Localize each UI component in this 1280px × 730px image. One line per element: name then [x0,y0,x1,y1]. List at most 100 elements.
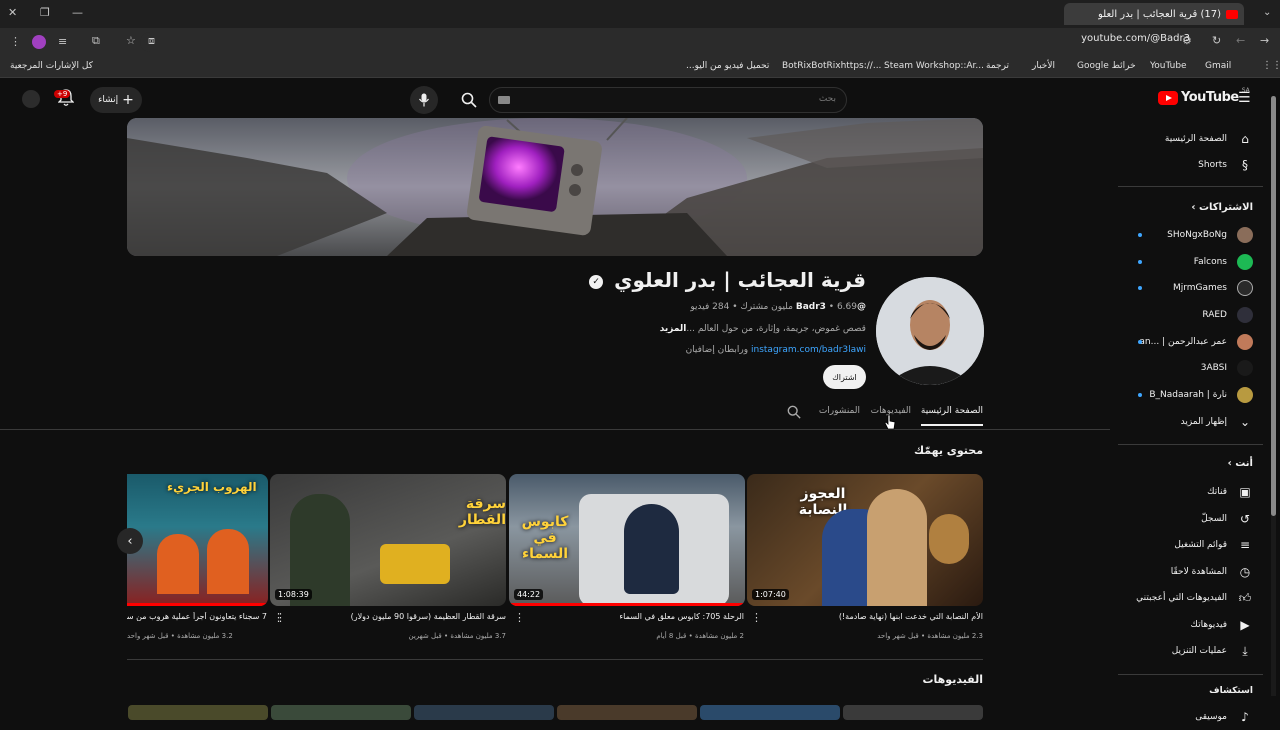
bookmark-item[interactable]: BotRixBotRixhttps://... [782,61,881,71]
profile-icon[interactable] [32,35,46,49]
like-icon: 👍︎ [1238,590,1252,605]
sidebar-item-liked[interactable]: الفيديوهات التي أعجبتني 👍︎ [1118,585,1263,611]
sidebar-item-your-videos[interactable]: فيديوهاتك ▶ [1118,612,1263,638]
install-app-icon[interactable]: ⧈ [148,34,155,48]
notification-badge: +9 [54,90,71,98]
bookmark-item[interactable]: Steam Workshop::Ar... [884,61,984,71]
channel-avatar [1237,360,1253,376]
mouse-cursor-icon [884,414,896,430]
thumbnail-train [380,544,450,584]
bookmark-item[interactable]: تحميل فيديو من اليو... [686,61,769,71]
sidebar-item-subscription[interactable]: MjrmGames [1118,275,1263,301]
channel-description[interactable]: قصص غموض، جريمة، وإثارة، من حول العالم .… [660,324,866,334]
sidebar-item-subscription[interactable]: 3ABSI [1118,355,1263,381]
bookmark-item[interactable]: ترجمة [986,61,1009,71]
sidebar-item-music[interactable]: موسيقى ♪ [1118,704,1263,730]
voice-search-button[interactable] [410,86,438,114]
subscribe-button[interactable]: اشتراك [823,365,866,389]
sidebar-item-watch-later[interactable]: المشاهدة لاحقًا ◷ [1118,559,1263,585]
section-title: محتوى يهمّك [913,444,983,457]
forward-icon[interactable]: → [1260,34,1269,47]
video-thumbnail[interactable] [843,705,983,720]
reload-icon[interactable]: ↻ [1212,34,1221,47]
url-text[interactable]: youtube.com/@Badr3 [1081,33,1190,44]
video-duration: 44:22 [514,589,544,600]
search-input[interactable]: بحث [489,87,847,113]
all-bookmarks[interactable]: كل الإشارات المرجعية [10,61,93,71]
subscribe-label: اشتراك [832,372,857,382]
more-links[interactable]: ورابطان إضافيان [686,345,749,355]
video-thumbnail[interactable]: سرقة القطار 1:08:39 [270,474,506,606]
sidebar-scrollbar[interactable] [1271,96,1276,696]
video-thumbnail[interactable] [557,705,697,720]
more-actions-icon[interactable]: ⋮ [273,611,284,624]
video-thumbnail[interactable] [700,705,840,720]
sidebar-item-history[interactable]: السجلّ ↺ [1118,506,1263,532]
search-button[interactable] [450,87,488,113]
sidebar-item-subscription[interactable]: RAED [1118,302,1263,328]
video-title[interactable]: الأم النصابة التي خدعت ابنها (نهاية صادم… [763,612,983,621]
bookmark-item[interactable]: الأخبار [1032,61,1055,71]
new-content-dot [1138,233,1142,237]
new-content-dot [1138,393,1142,397]
more-actions-icon[interactable]: ⋮ [751,611,762,624]
restore-icon[interactable]: ❐ [40,6,50,19]
back-icon[interactable]: ← [1236,34,1245,47]
video-title[interactable]: سرقة القطار العظيمة (سرقوا 90 مليون دولا… [281,612,506,621]
section-title: الفيديوهات [922,673,984,686]
channel-avatar [1237,227,1253,243]
media-icon[interactable]: ≡ [58,35,67,48]
sidebar-item-home[interactable]: الصفحة الرئيسية ⌂ [1118,126,1263,152]
video-title[interactable]: 7 سجناء يتعاونون أجرأ عملية هروب من سجن … [127,612,267,621]
browser-tab[interactable]: (17) قرية العجائب | بدر العلو [1064,3,1244,25]
sidebar-item-playlists[interactable]: قوائم التشغيل ≡ [1118,532,1263,558]
sidebar-item-subscription[interactable]: Falcons [1118,249,1263,275]
channel-avatar [1237,280,1253,296]
channel-tabs: الصفحة الرئيسية الفيديوهات المنشورات [0,400,1110,430]
sidebar-item-subscription[interactable]: عمر عبدالرحمن | ...an [1118,329,1263,355]
minimize-icon[interactable]: — [72,6,83,19]
sidebar-item-shorts[interactable]: Shorts § [1118,152,1263,178]
video-thumbnail[interactable] [271,705,411,720]
carousel-prev-button[interactable]: ‹ [117,528,143,554]
banner-art [127,118,983,256]
video-thumbnail[interactable]: العجوز النصابة 1:07:40 [747,474,983,606]
more-link[interactable]: المزيد [660,324,687,334]
channel-search-icon[interactable] [787,405,801,419]
create-button[interactable]: + إنشاء [90,87,142,113]
bookmark-star-icon[interactable]: ☆ [126,34,136,47]
bookmark-item[interactable]: خرائط Google [1077,61,1136,71]
sidebar-item-label: موسيقى [1195,712,1227,722]
sidebar-item-subscription[interactable]: نارة | B_Nadaarah [1118,382,1263,408]
menu-icon[interactable]: ⋮ [10,35,21,48]
video-thumbnail[interactable] [414,705,554,720]
subscriptions-header[interactable]: الاشتراكات › [1191,202,1253,213]
youtube-logo[interactable]: YouTube SA [1158,87,1250,105]
tab-home[interactable]: الصفحة الرئيسية [920,406,983,426]
extensions-icon[interactable]: ⧉ [92,34,100,48]
video-meta: 3.7 مليون مشاهدة • قبل شهرين [408,632,507,640]
sidebar-item-subscription[interactable]: SHoNgxBoNg [1118,222,1263,248]
you-header-label: أنت [1235,458,1253,469]
thumbnail-text: كابوس في السماء [521,514,569,562]
keyboard-icon[interactable] [498,96,510,104]
account-avatar[interactable] [22,90,40,108]
close-window-icon[interactable]: ✕ [8,6,17,19]
tab-search-icon[interactable]: ⌄ [1263,7,1271,18]
channel-avatar-large[interactable] [876,277,984,385]
chevron-icon: › [1191,202,1196,213]
sidebar-item-your-channel[interactable]: قناتك ▣ [1118,479,1263,505]
you-header[interactable]: أنت › [1228,458,1253,469]
show-more-button[interactable]: إظهار المزيد ⌄ [1118,409,1263,435]
video-thumbnail[interactable]: الهروب الجريء [127,474,268,606]
video-thumbnail[interactable] [128,705,268,720]
video-thumbnail[interactable]: كابوس في السماء 44:22 [509,474,745,606]
tab-posts[interactable]: المنشورات [819,406,860,424]
bookmarks-more-icon[interactable]: ⋮⋮ [1262,60,1280,71]
address-field[interactable] [140,32,1220,52]
instagram-link[interactable]: instagram.com/badr3lawi [751,345,866,355]
sidebar-item-downloads[interactable]: عمليات التنزيل ⤓ [1118,638,1263,664]
bookmark-item[interactable]: YouTube [1150,61,1187,71]
video-title[interactable]: الرحلة 705: كابوس معلق في السماء [524,612,744,621]
bookmark-item[interactable]: Gmail [1205,61,1231,71]
